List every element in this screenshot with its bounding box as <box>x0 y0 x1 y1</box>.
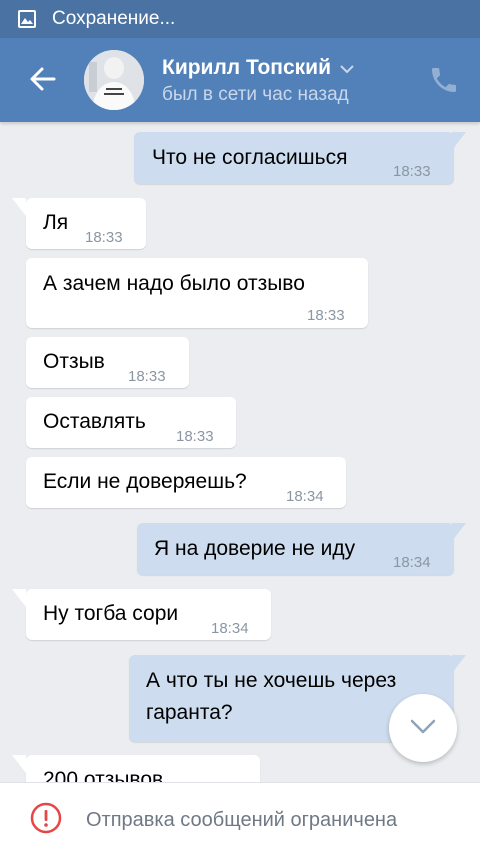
chevron-down-icon <box>340 64 354 73</box>
phone-icon <box>432 68 456 92</box>
message-text: Ну тогба сори <box>43 602 179 625</box>
message-time: 18:33 <box>393 163 431 180</box>
message-time: 18:34 <box>211 620 249 637</box>
image-icon <box>18 10 36 28</box>
back-button[interactable] <box>24 60 62 98</box>
call-button[interactable] <box>428 64 460 96</box>
contact-status: был в сети час назад <box>162 84 349 105</box>
bubble-tail <box>452 655 466 673</box>
avatar[interactable] <box>84 50 144 110</box>
bubble-tail <box>12 589 26 607</box>
message-incoming[interactable]: А зачем надо было отзыво 18:33 <box>26 258 368 328</box>
message-text-line2: гаранта? <box>146 701 233 724</box>
message-text: Я на доверие не иду <box>154 537 356 560</box>
message-time: 18:33 <box>307 307 345 324</box>
exclamation-circle-icon <box>30 802 62 834</box>
message-time: 18:33 <box>128 368 166 385</box>
message-text: Ля <box>43 211 69 234</box>
message-incoming[interactable]: Ну тогба сори 18:34 <box>12 589 271 640</box>
message-incoming[interactable]: Если не доверяешь? 18:34 <box>26 457 346 508</box>
message-text: Что не согласишься <box>152 146 348 169</box>
chat-header: Кирилл Топский был в сети час назад <box>0 38 480 122</box>
message-text: Если не доверяешь? <box>43 470 247 493</box>
message-text: Оставлять <box>43 410 146 433</box>
contact-name: Кирилл Топский <box>162 56 332 79</box>
contact-name-row[interactable]: Кирилл Топский <box>162 55 354 81</box>
message-outgoing[interactable]: Я на доверие не иду 18:34 <box>137 523 466 575</box>
bubble-tail <box>452 132 466 150</box>
message-incoming[interactable]: 200 отзывов <box>12 755 260 782</box>
scroll-to-bottom-button[interactable] <box>389 694 457 762</box>
message-time: 18:34 <box>393 554 431 571</box>
message-text-line1: А что ты не хочешь через <box>146 669 397 692</box>
status-text: Сохранение... <box>52 8 176 29</box>
bubble-tail <box>12 755 26 773</box>
message-text: 200 отзывов <box>43 768 164 782</box>
message-text: А зачем надо было отзыво <box>43 272 305 295</box>
message-time: 18:33 <box>176 428 214 445</box>
message-time: 18:33 <box>85 229 123 246</box>
bubble-tail <box>452 523 466 541</box>
message-list[interactable]: Что не согласишься 18:33 Ля 18:33 А заче… <box>0 122 480 782</box>
composer-restricted-bar: Отправка сообщений ограничена <box>0 782 480 854</box>
chevron-down-icon <box>410 719 436 734</box>
message-incoming[interactable]: Отзыв 18:33 <box>26 337 189 388</box>
message-incoming[interactable]: Ля 18:33 <box>12 198 146 249</box>
message-incoming[interactable]: Оставлять 18:33 <box>26 397 236 448</box>
message-time: 18:34 <box>286 488 324 505</box>
restriction-message: Отправка сообщений ограничена <box>86 809 398 831</box>
message-outgoing[interactable]: Что не согласишься 18:33 <box>134 132 466 184</box>
bubble-tail <box>12 198 26 216</box>
back-arrow-icon <box>30 67 56 91</box>
status-bar: Сохранение... <box>0 0 480 38</box>
message-text: Отзыв <box>43 350 105 373</box>
